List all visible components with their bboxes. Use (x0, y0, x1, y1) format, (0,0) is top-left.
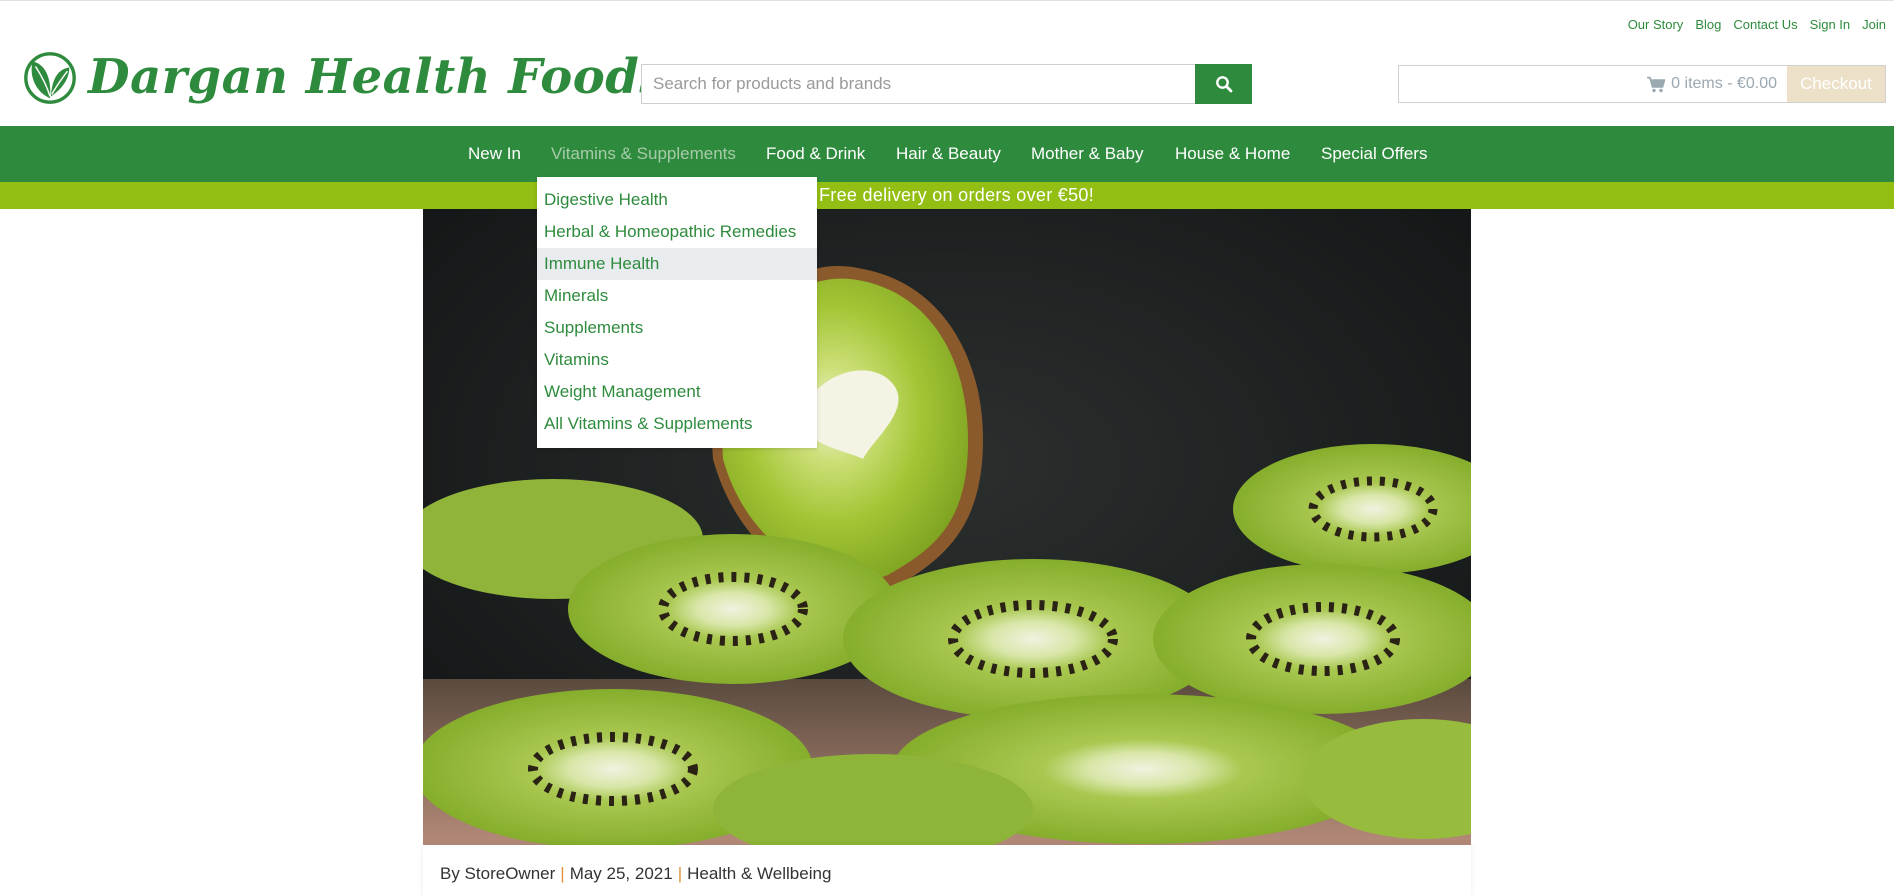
our-story-link[interactable]: Our Story (1628, 17, 1684, 32)
meta-separator: | (677, 864, 683, 883)
dropdown-item-immune-health[interactable]: Immune Health (537, 248, 817, 280)
nav-item-hair-beauty[interactable]: Hair & Beauty (896, 144, 1001, 164)
dropdown-item-all-vitamins[interactable]: All Vitamins & Supplements (537, 408, 817, 440)
dropdown-item-weight-management[interactable]: Weight Management (537, 376, 817, 408)
search-input[interactable] (641, 64, 1195, 104)
cart-icon (1647, 76, 1666, 92)
meta-separator: | (560, 864, 565, 883)
top-links: Our Story Blog Contact Us Sign In Join (1628, 17, 1886, 32)
nav-item-house-home[interactable]: House & Home (1175, 144, 1290, 164)
blog-link[interactable]: Blog (1695, 17, 1721, 32)
post-category[interactable]: Health & Wellbeing (687, 864, 831, 884)
dropdown-item-herbal-remedies[interactable]: Herbal & Homeopathic Remedies (537, 216, 817, 248)
top-border (0, 0, 1894, 1)
search-button[interactable] (1195, 64, 1252, 104)
nav-item-food-drink[interactable]: Food & Drink (766, 144, 865, 164)
leaf-logo-icon (24, 52, 76, 104)
checkout-button[interactable]: Checkout (1787, 66, 1885, 102)
nav-item-new-in[interactable]: New In (468, 144, 521, 164)
main-nav: New In Vitamins & Supplements Food & Dri… (0, 126, 1894, 182)
promo-text: Free delivery on orders over €50! (819, 185, 1095, 205)
post-meta: By StoreOwner | May 25, 2021 | Health & … (440, 864, 831, 884)
cart-summary-text: 0 items - €0.00 (1671, 75, 1777, 92)
nav-item-vitamins-supplements[interactable]: Vitamins & Supplements (551, 144, 736, 164)
search-icon (1215, 76, 1232, 93)
site-logo[interactable]: Dargan Health Foods (21, 48, 667, 106)
promo-bar: Free delivery on orders over €50! (0, 182, 1894, 209)
post-author[interactable]: By StoreOwner (440, 864, 555, 884)
nav-item-special-offers[interactable]: Special Offers (1321, 144, 1427, 164)
post-date: May 25, 2021 (569, 864, 673, 883)
search-bar (641, 64, 1252, 104)
contact-us-link[interactable]: Contact Us (1733, 17, 1797, 32)
join-link[interactable]: Join (1862, 17, 1886, 32)
vitamins-dropdown-menu: Digestive Health Herbal & Homeopathic Re… (537, 177, 817, 448)
cart-widget: 0 items - €0.00 Checkout (1398, 65, 1886, 103)
cart-summary[interactable]: 0 items - €0.00 (1399, 66, 1787, 102)
dropdown-item-supplements[interactable]: Supplements (537, 312, 817, 344)
post-card: By StoreOwner | May 25, 2021 | Health & … (423, 845, 1471, 896)
nav-item-mother-baby[interactable]: Mother & Baby (1031, 144, 1143, 164)
dropdown-item-digestive-health[interactable]: Digestive Health (537, 184, 817, 216)
dropdown-item-vitamins[interactable]: Vitamins (537, 344, 817, 376)
dropdown-item-minerals[interactable]: Minerals (537, 280, 817, 312)
sign-in-link[interactable]: Sign In (1810, 17, 1850, 32)
brand-name: Dargan Health Foods (88, 49, 667, 105)
